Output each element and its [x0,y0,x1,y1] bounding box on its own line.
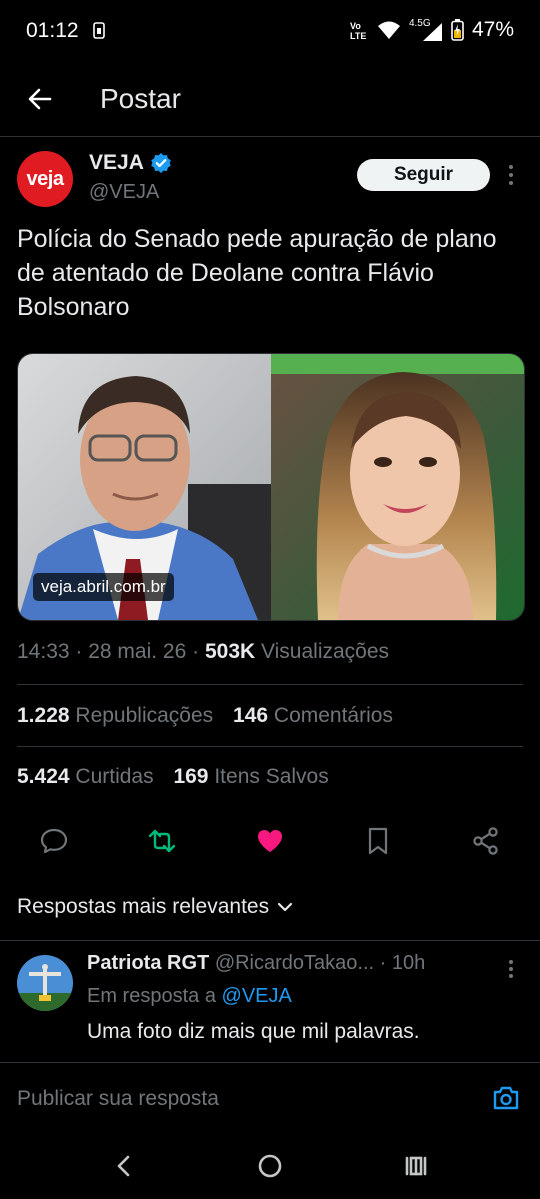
system-navigation-bar [0,1132,540,1199]
replies-sort-dropdown[interactable]: Respostas mais relevantes [17,895,293,919]
reply-author-name[interactable]: Patriota RGT [87,952,209,974]
nav-home-icon[interactable] [256,1152,284,1180]
author-handle[interactable]: @VEJA [89,181,159,204]
reply-more-options-icon[interactable] [504,958,518,980]
likes-count: 5.424 [17,765,70,788]
top-app-bar: Postar [0,62,540,137]
comments-count: 146 [233,704,269,727]
reply-input-placeholder[interactable]: Publicar sua resposta [17,1087,219,1111]
divider [17,684,523,685]
reposts-stat[interactable]: 1.228 Republicações [17,704,219,727]
stats-row-likes: 5.424 Curtidas 169 Itens Salvos [17,765,329,789]
status-bar: 01:12 Vo LTE 4.5G 47% [0,0,540,62]
post-time: 14:33 [17,640,70,663]
like-heart-icon[interactable] [255,826,285,856]
views-count: 503K [204,640,256,663]
author-avatar[interactable]: veja [17,151,73,207]
reply-to-handle[interactable]: @VEJA [222,985,292,1007]
comments-stat[interactable]: 146 Comentários [233,704,393,727]
battery-icon [451,19,464,41]
status-icons: Vo LTE 4.5G 47% [349,18,514,42]
reply-time: · 10h [379,952,426,974]
meta-separator: · [75,640,89,663]
reply-author-handle[interactable]: @RicardoTakao... [215,952,374,974]
svg-text:Vo: Vo [350,21,361,31]
reply-icon[interactable] [39,826,69,856]
post-meta: 14:33 · 28 mai. 26 · 503K Visualizações [17,640,389,664]
signal-icon [422,23,442,41]
comments-label: Comentários [273,704,393,727]
back-arrow-icon[interactable] [26,85,54,113]
reply-avatar[interactable] [17,955,73,1011]
reposts-count: 1.228 [17,704,70,727]
camera-icon[interactable] [492,1085,520,1111]
divider [17,746,523,747]
nav-back-icon[interactable] [110,1152,138,1180]
likes-stat[interactable]: 5.424 Curtidas [17,765,159,788]
reply-composer[interactable]: Publicar sua resposta [0,1062,540,1133]
replies-sort-label: Respostas mais relevantes [17,895,270,918]
share-icon[interactable] [471,826,501,856]
status-time: 01:12 [26,19,79,42]
svg-text:LTE: LTE [350,31,366,41]
repost-icon[interactable] [147,826,177,856]
wifi-icon [377,21,400,39]
sim-icon [93,22,105,39]
reply-header: Patriota RGT @RicardoTakao... · 10h [87,952,507,975]
saves-label: Itens Salvos [214,765,329,788]
reply-to-label: Em resposta a [87,985,216,1007]
chevron-down-icon [278,902,293,912]
nav-recents-icon[interactable] [402,1152,430,1180]
author-name: VEJA [89,151,144,174]
media-source-link[interactable]: veja.abril.com.br [33,573,174,601]
reply-to-line: Em resposta a @VEJA [87,985,292,1008]
post-actions [17,820,523,864]
views-label: Visualizações [261,640,390,663]
page-title: Postar [100,83,181,114]
post-text: Polícia do Senado pede apuração de plano… [17,225,497,321]
stats-row-reposts: 1.228 Republicações 146 Comentários [17,704,393,728]
signal-indicator: 4.5G [409,18,443,42]
likes-label: Curtidas [75,765,154,788]
more-options-icon[interactable] [504,163,518,187]
battery-percent: 47% [471,18,514,41]
bookmark-icon[interactable] [363,826,393,856]
author-name-row[interactable]: VEJA [89,151,172,175]
post-date: 28 mai. 26 [88,640,187,663]
avatar-logo-text: veja [26,167,64,190]
reposts-label: Republicações [75,704,214,727]
saves-stat[interactable]: 169 Itens Salvos [173,765,328,788]
saves-count: 169 [173,765,209,788]
volte-icon: Vo LTE [350,21,366,41]
reply-text: Uma foto diz mais que mil palavras. [87,1020,420,1043]
verified-badge-icon [151,153,171,173]
follow-button[interactable]: Seguir [357,159,490,191]
meta-separator: · [192,640,205,663]
divider [0,940,540,941]
